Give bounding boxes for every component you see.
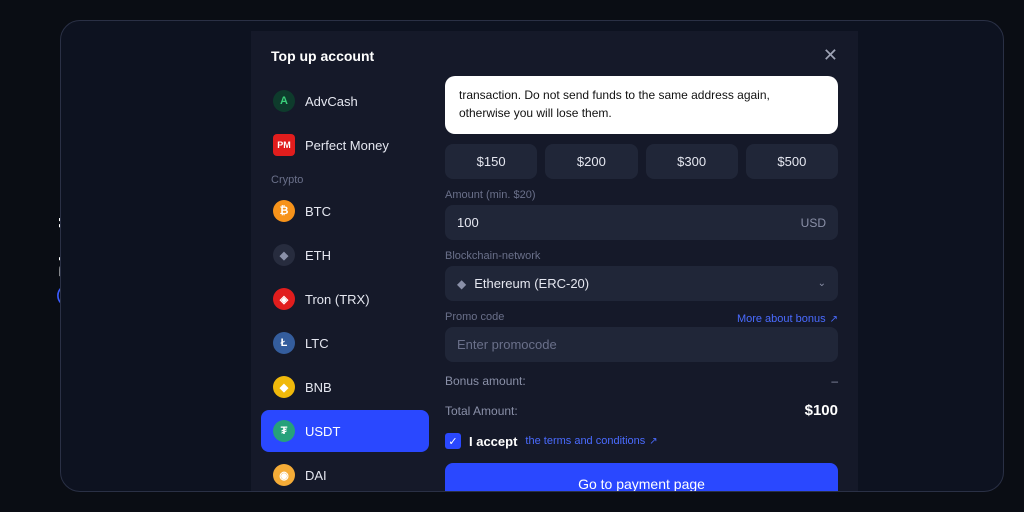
- sidebar-item-usdt[interactable]: ₮ USDT: [261, 410, 429, 452]
- amount-preset-150[interactable]: $150: [445, 144, 537, 179]
- network-value: Ethereum (ERC-20): [474, 276, 589, 291]
- accept-row: ✓ I accept the terms and conditions ↗: [445, 431, 838, 449]
- amount-preset-300[interactable]: $300: [646, 144, 738, 179]
- network-select[interactable]: ◆ Ethereum (ERC-20) ⌄: [445, 266, 838, 301]
- modal-header: Top up account ✕: [251, 31, 858, 76]
- info-notice: transaction. Do not send funds to the sa…: [445, 76, 838, 134]
- eth-icon: ◆: [273, 244, 295, 266]
- amount-input[interactable]: 100 USD: [445, 205, 838, 240]
- sidebar-item-btc[interactable]: ₿ BTC: [261, 190, 429, 232]
- sidebar-item-label: ETH: [305, 248, 331, 263]
- sidebar-item-label: LTC: [305, 336, 329, 351]
- sidebar-item-perfectmoney[interactable]: PM Perfect Money: [261, 124, 429, 166]
- amount-currency: USD: [801, 216, 826, 230]
- sidebar-item-dai[interactable]: ◉ DAI: [261, 454, 429, 491]
- modal-body: A AdvCash PM Perfect Money Crypto ₿ BTC …: [251, 76, 858, 491]
- sidebar-item-label: Tron (TRX): [305, 292, 370, 307]
- promo-more-link[interactable]: More about bonus ↗: [737, 313, 838, 325]
- total-value: $100: [805, 402, 838, 419]
- sidebar-category-crypto: Crypto: [261, 168, 429, 190]
- sidebar-item-ltc[interactable]: Ł LTC: [261, 322, 429, 364]
- modal-title: Top up account: [271, 48, 374, 64]
- promo-label: Promo code: [445, 311, 504, 323]
- topup-form: transaction. Do not send funds to the sa…: [429, 76, 858, 491]
- outer-frame: Top up account ✕ A AdvCash PM Perfect Mo…: [60, 20, 1004, 492]
- amount-preset-500[interactable]: $500: [746, 144, 838, 179]
- ethereum-icon: ◆: [457, 277, 466, 291]
- accept-checkbox[interactable]: ✓: [445, 433, 461, 449]
- amount-preset-200[interactable]: $200: [545, 144, 637, 179]
- total-row: Total Amount: $100: [445, 400, 838, 421]
- btc-icon: ₿: [273, 200, 295, 222]
- sidebar-item-trx[interactable]: ◈ Tron (TRX): [261, 278, 429, 320]
- bonus-label: Bonus amount:: [445, 374, 526, 388]
- dai-icon: ◉: [273, 464, 295, 486]
- ltc-icon: Ł: [273, 332, 295, 354]
- close-button[interactable]: ✕: [823, 45, 838, 66]
- usdt-icon: ₮: [273, 420, 295, 442]
- chevron-down-icon: ⌄: [818, 278, 826, 289]
- total-label: Total Amount:: [445, 404, 518, 418]
- go-to-payment-button[interactable]: Go to payment page: [445, 463, 838, 491]
- accept-prefix: I accept: [469, 434, 517, 449]
- sidebar-item-eth[interactable]: ◆ ETH: [261, 234, 429, 276]
- external-link-icon: ↗: [830, 314, 838, 325]
- perfectmoney-icon: PM: [273, 134, 295, 156]
- sidebar-item-label: AdvCash: [305, 94, 358, 109]
- promo-placeholder: Enter promocode: [457, 337, 557, 352]
- bnb-icon: ◆: [273, 376, 295, 398]
- tron-icon: ◈: [273, 288, 295, 310]
- sidebar-item-bnb[interactable]: ◆ BNB: [261, 366, 429, 408]
- bonus-value: –: [831, 374, 838, 388]
- promo-input[interactable]: Enter promocode: [445, 327, 838, 362]
- sidebar-item-label: Perfect Money: [305, 138, 389, 153]
- sidebar-item-label: BTC: [305, 204, 331, 219]
- bonus-row: Bonus amount: –: [445, 372, 838, 390]
- sidebar-item-label: USDT: [305, 424, 340, 439]
- advcash-icon: A: [273, 90, 295, 112]
- sidebar-item-advcash[interactable]: A AdvCash: [261, 80, 429, 122]
- topup-modal: Top up account ✕ A AdvCash PM Perfect Mo…: [251, 31, 858, 491]
- sidebar-item-label: BNB: [305, 380, 332, 395]
- amount-value: 100: [457, 215, 479, 230]
- sidebar-item-label: DAI: [305, 468, 327, 483]
- payment-method-sidebar: A AdvCash PM Perfect Money Crypto ₿ BTC …: [251, 76, 429, 491]
- amount-presets: $150 $200 $300 $500: [445, 144, 838, 179]
- amount-label: Amount (min. $20): [445, 189, 838, 201]
- external-link-icon: ↗: [649, 436, 657, 447]
- network-label: Blockchain-network: [445, 250, 838, 262]
- terms-link[interactable]: the terms and conditions ↗: [525, 435, 657, 447]
